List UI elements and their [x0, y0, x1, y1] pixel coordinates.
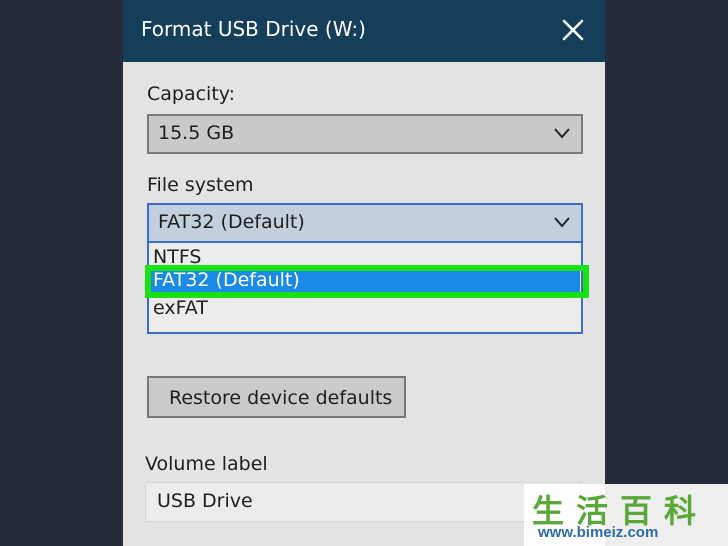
restore-defaults-button[interactable]: Restore device defaults [147, 376, 406, 418]
volume-label-label: Volume label [145, 453, 268, 475]
dialog-title: Format USB Drive (W:) [141, 17, 366, 41]
capacity-select[interactable]: 15.5 GB [147, 114, 583, 154]
chevron-down-icon [554, 217, 570, 228]
watermark-url: www.bimeiz.com [538, 524, 659, 541]
option-fat32[interactable]: FAT32 (Default) [150, 268, 580, 295]
capacity-value: 15.5 GB [158, 122, 235, 144]
close-button[interactable] [553, 10, 593, 50]
volume-label-input[interactable]: USB Drive [145, 482, 581, 522]
watermark: 生活百科 www.bimeiz.com [524, 484, 728, 546]
option-exfat[interactable]: exFAT [153, 297, 208, 319]
close-icon [562, 19, 584, 41]
option-fat32-label: FAT32 (Default) [153, 269, 300, 291]
file-system-dropdown: NTFS FAT32 (Default) exFAT [147, 241, 583, 334]
option-ntfs[interactable]: NTFS [153, 246, 201, 268]
chevron-down-icon [554, 128, 570, 139]
capacity-label: Capacity: [147, 83, 236, 105]
file-system-label: File system [147, 174, 254, 196]
title-bar: Format USB Drive (W:) [123, 0, 605, 62]
file-system-select[interactable]: FAT32 (Default) [147, 203, 583, 243]
file-system-value: FAT32 (Default) [158, 211, 305, 233]
restore-defaults-label: Restore device defaults [169, 387, 393, 409]
format-dialog: Format USB Drive (W:) Capacity: 15.5 GB … [123, 0, 605, 546]
